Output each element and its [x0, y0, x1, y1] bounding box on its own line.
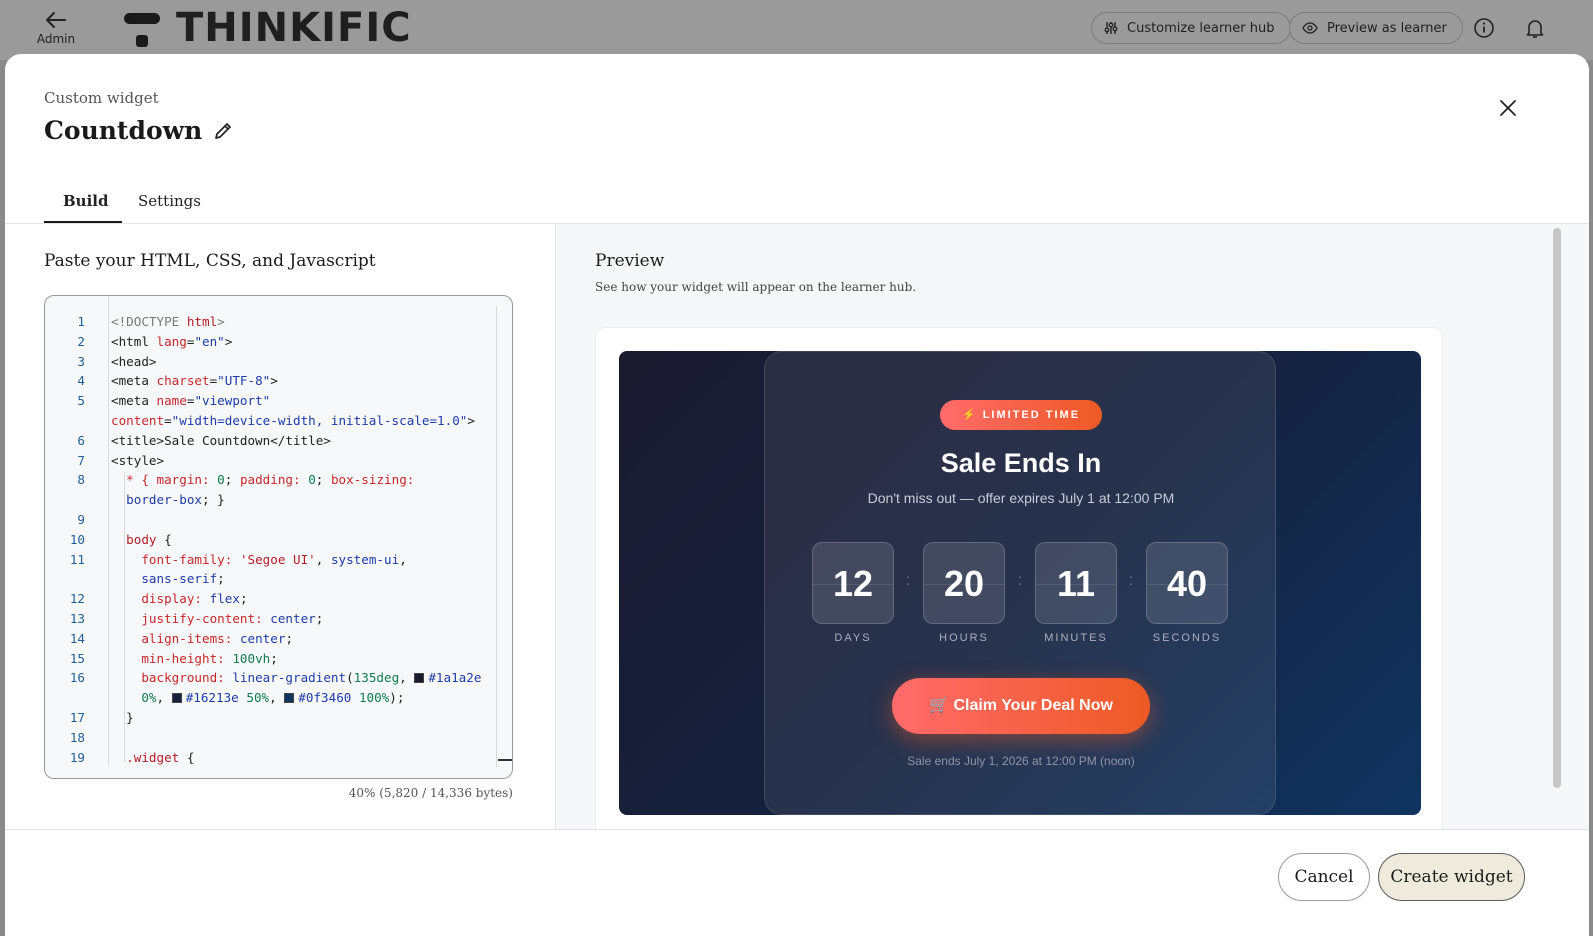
sliders-icon [1104, 22, 1118, 34]
code-line: 14 align-items: center; [69, 630, 294, 646]
code-line: 2 <html lang="en"> [77, 333, 233, 349]
pencil-icon[interactable] [212, 120, 234, 142]
hours-value: 20 [923, 542, 1005, 624]
minutes-label: MINUTES [1044, 632, 1108, 644]
code-line: 9 [77, 511, 85, 527]
code-line: 12 display: flex; [69, 591, 248, 607]
code-line: border-box; } [126, 492, 225, 508]
widget-background: ⚡ LIMITED TIME Sale Ends In Don't miss o… [619, 351, 1421, 815]
code-line: 11 font-family: 'Segoe UI', system-ui, [69, 551, 407, 567]
separator: : [1017, 572, 1023, 589]
code-line: 6 <title>Sale Countdown</title> [77, 432, 331, 448]
modal-eyebrow: Custom widget [44, 89, 159, 107]
code-line: 19 .widget { [69, 749, 195, 765]
customize-learner-hub-button[interactable]: Customize learner hub [1091, 12, 1291, 44]
days-label: DAYS [834, 632, 872, 644]
back-label: Admin [36, 32, 76, 46]
countdown-hours: 20 HOURS [923, 542, 1005, 644]
brand-name: THINKIFIC [176, 5, 412, 51]
claim-deal-button[interactable]: 🛒 Claim Your Deal Now [892, 678, 1150, 734]
build-pane: Paste your HTML, CSS, and Javascript 1 <!… [5, 224, 556, 829]
preview-subtitle: See how your widget will appear on the l… [595, 280, 917, 294]
eye-icon [1302, 22, 1318, 34]
cancel-button[interactable]: Cancel [1278, 853, 1370, 901]
code-line: 15 min-height: 100vh; [69, 650, 278, 666]
close-icon[interactable] [1496, 96, 1520, 120]
seconds-value: 40 [1146, 542, 1228, 624]
countdown-days: 12 DAYS [812, 542, 894, 644]
editor-scrollbar[interactable] [496, 306, 512, 767]
code-line: 3 <head> [77, 353, 157, 369]
widget-heading: Sale Ends In [940, 448, 1102, 478]
countdown-units: 12 DAYS : 20 HOURS : 11 MINUTES: 40 SEC… [812, 542, 1230, 652]
app-header: Admin THINKIFIC Customize learner hub Pr… [0, 0, 1593, 60]
code-line: 7 <style> [77, 452, 165, 468]
code-line: 16 background: linear-gradient(135deg, #… [69, 670, 482, 686]
code-editor[interactable]: 1 <!DOCTYPE html> 2 <html lang="en"> 3 <hea… [44, 295, 513, 779]
code-lines: 1 <!DOCTYPE html> 2 <html lang="en"> 3 <hea… [45, 312, 503, 767]
preview-card: ⚡ LIMITED TIME Sale Ends In Don't miss o… [595, 327, 1443, 829]
preview-pane: Preview See how your widget will appear … [557, 224, 1589, 829]
countdown-seconds: 40 SECONDS [1146, 542, 1228, 644]
code-line: 4 <meta charset="UTF-8"> [77, 373, 278, 389]
countdown-minutes: 11 MINUTES [1035, 542, 1117, 644]
code-line: content="width=device-width, initial-sca… [111, 412, 475, 428]
tab-bar: Build Settings [5, 182, 1589, 224]
preview-as-learner-button[interactable]: Preview as learner [1289, 12, 1463, 44]
brand-logo: THINKIFIC [124, 8, 412, 48]
hours-label: HOURS [939, 632, 989, 644]
byte-usage: 40% (5,820 / 14,336 bytes) [348, 786, 513, 800]
editor-scroll-thumb[interactable] [498, 759, 512, 761]
separator: : [905, 572, 911, 589]
preview-scrollbar[interactable] [1553, 228, 1561, 788]
back-button[interactable]: Admin [36, 10, 76, 46]
code-line: 8 * { margin: 0; padding: 0; box-sizing: [77, 472, 415, 488]
code-line: 5 <meta name="viewport" [77, 393, 271, 409]
customize-label: Customize learner hub [1127, 20, 1275, 36]
code-line: sans-serif; [141, 571, 225, 587]
limited-time-badge: ⚡ LIMITED TIME [940, 400, 1102, 430]
preview-title: Preview [595, 251, 665, 271]
widget-title: Countdown [44, 116, 203, 145]
create-widget-button[interactable]: Create widget [1378, 853, 1525, 901]
widget-subheading: Don't miss out — offer expires July 1 at… [867, 490, 1175, 506]
days-value: 12 [812, 542, 894, 624]
custom-widget-modal: Custom widget Countdown Build Settings P… [5, 54, 1589, 936]
seconds-label: SECONDS [1152, 632, 1222, 644]
code-line: 13 justify-content: center; [69, 610, 324, 626]
separator: : [1128, 572, 1134, 589]
preview-label: Preview as learner [1327, 20, 1447, 36]
code-line: 1 <!DOCTYPE html> [77, 314, 225, 329]
countdown-widget: ⚡ LIMITED TIME Sale Ends In Don't miss o… [764, 351, 1276, 815]
modal-footer: Cancel Create widget [5, 829, 1589, 936]
tab-settings[interactable]: Settings [138, 192, 201, 210]
build-heading: Paste your HTML, CSS, and Javascript [44, 251, 376, 271]
bell-icon[interactable] [1523, 16, 1547, 40]
active-tab-indicator [44, 221, 122, 223]
info-icon[interactable] [1472, 16, 1496, 40]
code-line: 10 body { [69, 531, 172, 547]
minutes-value: 11 [1035, 542, 1117, 624]
code-line: 0%, #16213e 50%, #0f3460 100%); [141, 690, 405, 706]
tab-build[interactable]: Build [63, 192, 108, 210]
widget-footnote: Sale ends July 1, 2026 at 12:00 PM (noon… [907, 754, 1135, 768]
code-line: 17 } [69, 709, 134, 725]
code-line: 18 [69, 729, 85, 745]
title-row: Countdown [44, 116, 234, 145]
arrow-left-icon [46, 12, 66, 28]
thinkific-logo-icon [124, 9, 162, 47]
